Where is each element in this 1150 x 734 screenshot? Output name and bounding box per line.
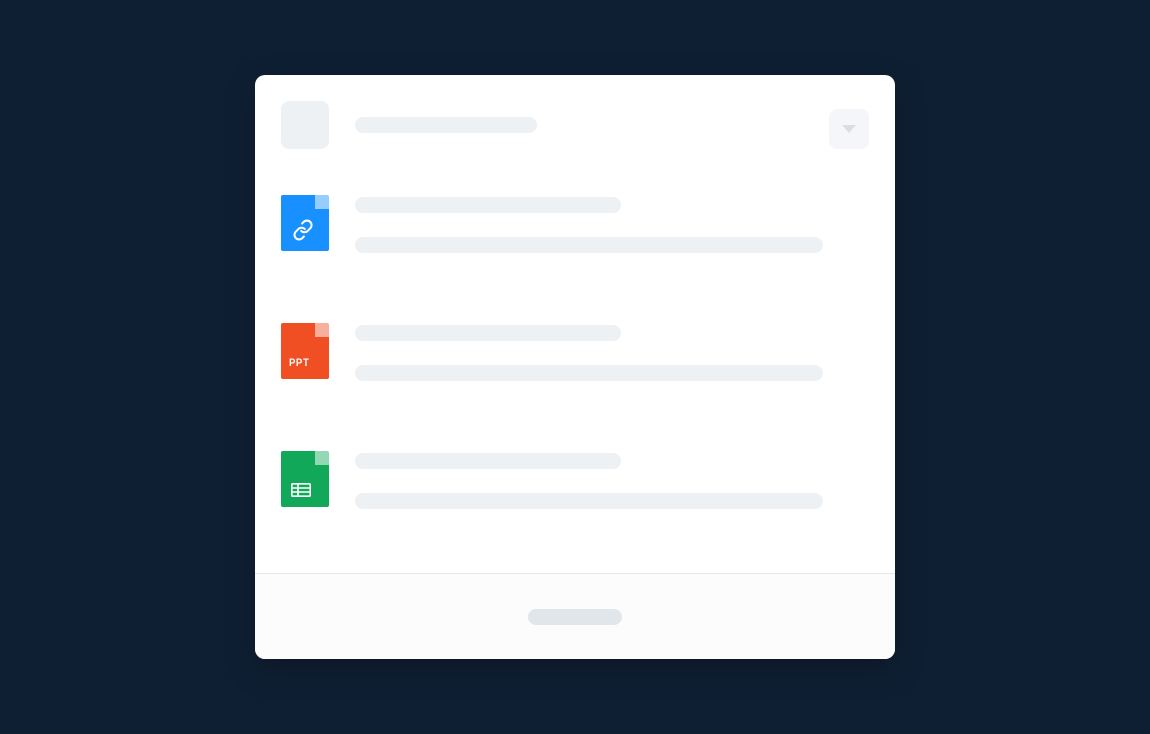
link-file-icon <box>281 195 329 251</box>
file-list-card: PPT <box>255 75 895 659</box>
list-item[interactable] <box>281 451 869 509</box>
item-subtitle <box>355 493 823 509</box>
table-icon <box>291 483 311 497</box>
item-title <box>355 453 621 469</box>
header-title <box>355 117 537 133</box>
item-text <box>355 323 869 381</box>
card-body: PPT <box>255 75 895 573</box>
item-subtitle <box>355 365 823 381</box>
chain-link-icon <box>292 219 314 241</box>
page-fold-icon <box>315 451 329 465</box>
item-text <box>355 451 869 509</box>
item-title <box>355 325 621 341</box>
ppt-file-icon: PPT <box>281 323 329 379</box>
footer-action[interactable] <box>528 609 622 625</box>
header-dropdown[interactable] <box>829 109 869 149</box>
header-avatar <box>281 101 329 149</box>
file-badge: PPT <box>289 358 309 369</box>
header-row <box>281 101 869 149</box>
spreadsheet-file-icon <box>281 451 329 507</box>
item-title <box>355 197 621 213</box>
page-fold-icon <box>315 323 329 337</box>
card-footer <box>255 573 895 659</box>
item-subtitle <box>355 237 823 253</box>
list-item[interactable] <box>281 195 869 253</box>
item-text <box>355 195 869 253</box>
page-fold-icon <box>315 195 329 209</box>
chevron-down-icon <box>842 125 856 133</box>
list-item[interactable]: PPT <box>281 323 869 381</box>
